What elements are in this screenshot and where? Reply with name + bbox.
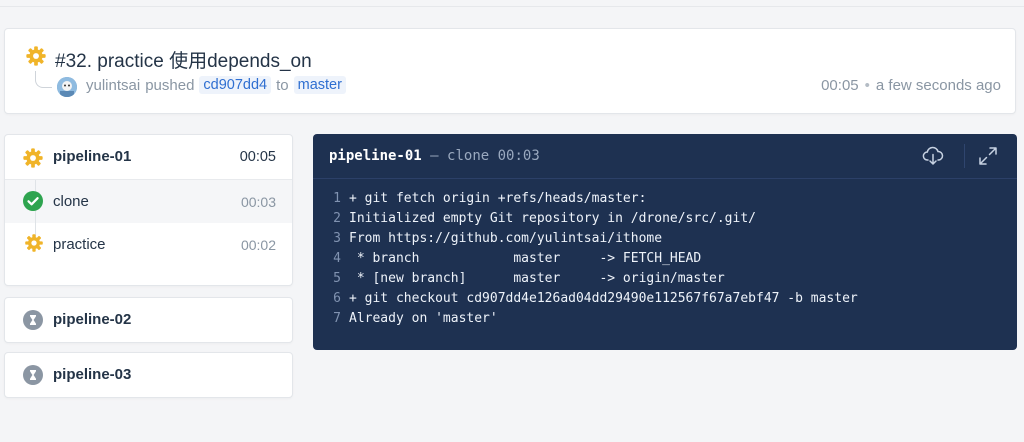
line-number: 7: [333, 311, 341, 326]
running-gear-icon: [22, 147, 44, 169]
step-item-clone[interactable]: clone 00:03: [5, 180, 292, 223]
top-divider: [0, 0, 1024, 7]
log-title: pipeline-01 — clone 00:03: [329, 148, 540, 164]
log-line: 4 * branch master -> FETCH_HEAD: [313, 249, 1017, 269]
toolbar-divider: [964, 144, 965, 168]
line-text: Already on 'master': [349, 311, 498, 326]
pipeline-name: pipeline-02: [53, 311, 132, 328]
step-time: 00:02: [240, 237, 276, 253]
hourglass-icon: [23, 310, 43, 330]
pipeline-header-02[interactable]: pipeline-02: [5, 298, 292, 342]
action-text: pushed: [145, 76, 195, 94]
step-item-practice[interactable]: practice 00:02: [5, 223, 292, 266]
line-text: Initialized empty Git repository in /dro…: [349, 211, 756, 226]
step-time: 00:03: [240, 194, 276, 210]
line-text: + git fetch origin +refs/heads/master:: [349, 191, 647, 206]
cloud-download-icon[interactable]: [921, 144, 945, 168]
log-line: 2 Initialized empty Git repository in /dr…: [313, 209, 1017, 229]
step-name: clone: [53, 193, 89, 210]
pipeline-card-02[interactable]: pipeline-02: [4, 297, 293, 343]
line-text: * [new branch] master -> origin/master: [349, 271, 725, 286]
line-number: 6: [333, 291, 341, 306]
log-panel: pipeline-01 — clone 00:03 1 + git fetch o…: [313, 134, 1017, 350]
pipeline-name: pipeline-01: [53, 148, 132, 165]
build-byline: yulintsai pushed cd907dd4 to master: [86, 76, 346, 94]
dot-separator: •: [864, 77, 870, 94]
line-number: 2: [333, 211, 341, 226]
line-text: From https://github.com/yulintsai/ithome: [349, 231, 663, 246]
pipeline-card-01: pipeline-01 00:05 clone 00:03 practice 0…: [4, 134, 293, 286]
step-name: practice: [53, 236, 106, 253]
commit-hash-link[interactable]: cd907dd4: [199, 76, 272, 94]
log-line: 3 From https://github.com/yulintsai/ithom…: [313, 229, 1017, 249]
log-line: 7 Already on 'master': [313, 309, 1017, 329]
success-check-icon: [23, 191, 43, 211]
build-duration: 00:05: [821, 77, 859, 94]
log-header: pipeline-01 — clone 00:03: [313, 134, 1017, 179]
log-pipeline-name: pipeline-01: [329, 148, 422, 164]
line-text: + git checkout cd907dd4e126ad04dd29490e1…: [349, 291, 858, 306]
pipeline-time: 00:05: [239, 149, 276, 165]
pipeline-name: pipeline-03: [53, 366, 132, 383]
avatar[interactable]: [57, 77, 77, 97]
build-title: #32. practice 使用depends_on: [55, 51, 312, 72]
log-step-name: clone: [447, 148, 490, 164]
step-list: clone 00:03 practice 00:02: [5, 179, 292, 266]
build-summary-card: #32. practice 使用depends_on yulintsai pus…: [4, 28, 1016, 114]
log-step-time: 00:03: [497, 148, 540, 164]
log-title-separator: —: [430, 148, 439, 164]
to-text: to: [276, 76, 289, 94]
line-number: 1: [333, 191, 341, 206]
line-number: 4: [333, 251, 341, 266]
log-line: 1 + git fetch origin +refs/heads/master:: [313, 189, 1017, 209]
hourglass-icon: [23, 365, 43, 385]
line-text: * branch master -> FETCH_HEAD: [349, 251, 702, 266]
log-lines: 1 + git fetch origin +refs/heads/master: …: [313, 189, 1017, 329]
branch-link[interactable]: master: [293, 76, 346, 94]
pipeline-header-03[interactable]: pipeline-03: [5, 353, 292, 397]
line-number: 3: [333, 231, 341, 246]
running-gear-icon: [25, 45, 47, 67]
line-number: 5: [333, 271, 341, 286]
running-gear-icon: [24, 233, 44, 253]
log-line: 5 * [new branch] master -> origin/master: [313, 269, 1017, 289]
author-name[interactable]: yulintsai: [86, 77, 140, 94]
build-relative-time: a few seconds ago: [875, 77, 1001, 94]
pipeline-header-01[interactable]: pipeline-01 00:05: [5, 135, 292, 179]
expand-icon[interactable]: [976, 144, 1000, 168]
tree-connector: [35, 71, 52, 88]
build-time: 00:05 • a few seconds ago: [821, 77, 1001, 94]
pipeline-card-03[interactable]: pipeline-03: [4, 352, 293, 398]
log-line: 6 + git checkout cd907dd4e126ad04dd29490e…: [313, 289, 1017, 309]
